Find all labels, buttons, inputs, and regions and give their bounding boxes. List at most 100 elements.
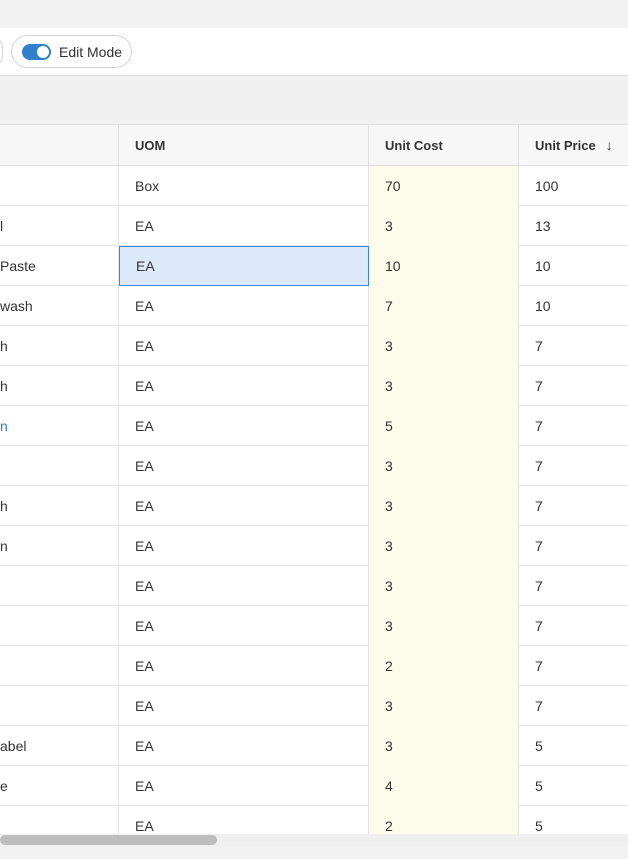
cell-uom[interactable]: EA [119, 246, 369, 286]
cell-price[interactable]: 7 [519, 446, 628, 486]
column-header-unit-cost[interactable]: Unit Cost [369, 125, 519, 165]
cell-cost[interactable]: 3 [369, 526, 519, 566]
toggle-knob [37, 45, 49, 58]
cell-cost[interactable]: 5 [369, 406, 519, 446]
table-row[interactable]: Box 70 100 [0, 166, 628, 206]
column-header-label: UOM [135, 137, 166, 153]
cell-cost[interactable]: 3 [369, 446, 519, 486]
cell-uom[interactable]: EA [119, 686, 369, 726]
cell-price[interactable]: 100 [519, 166, 628, 206]
cell-name[interactable]: h [0, 486, 119, 526]
cell-cost[interactable]: 3 [369, 566, 519, 606]
cell-price[interactable]: 7 [519, 686, 628, 726]
cell-cost[interactable]: 2 [369, 646, 519, 686]
cell-uom[interactable]: EA [119, 646, 369, 686]
cell-cost[interactable]: 3 [369, 686, 519, 726]
cell-price[interactable]: 7 [519, 366, 628, 406]
table-row[interactable]: n EA 3 7 [0, 526, 628, 566]
cell-name[interactable] [0, 806, 119, 834]
cell-price[interactable]: 7 [519, 566, 628, 606]
grid-header: UOM Unit Cost Unit Price ↓ [0, 124, 628, 166]
data-grid: UOM Unit Cost Unit Price ↓ Box 70 100 l EA 3 13… [0, 124, 628, 834]
cell-uom[interactable]: EA [119, 286, 369, 326]
cell-name[interactable]: n [0, 406, 119, 446]
cell-uom[interactable]: EA [119, 806, 369, 834]
cell-price[interactable]: 7 [519, 326, 628, 366]
cell-cost[interactable]: 7 [369, 286, 519, 326]
cell-uom[interactable]: EA [119, 766, 369, 806]
table-row[interactable]: EA 2 5 [0, 806, 628, 834]
table-row[interactable]: abel EA 3 5 [0, 726, 628, 766]
cell-name[interactable]: Paste [0, 246, 119, 286]
table-row[interactable]: h EA 3 7 [0, 486, 628, 526]
cell-price[interactable]: 7 [519, 406, 628, 446]
cell-uom[interactable]: EA [119, 406, 369, 446]
table-row[interactable]: EA 3 7 [0, 686, 628, 726]
edit-mode-toggle[interactable]: Edit Mode [11, 35, 132, 68]
cell-cost[interactable]: 4 [369, 766, 519, 806]
cell-price[interactable]: 7 [519, 646, 628, 686]
cell-name[interactable]: wash [0, 286, 119, 326]
cell-uom[interactable]: EA [119, 526, 369, 566]
cell-uom[interactable]: EA [119, 486, 369, 526]
cell-price[interactable]: 10 [519, 246, 628, 286]
cell-price[interactable]: 10 [519, 286, 628, 326]
cell-cost[interactable]: 10 [369, 246, 519, 286]
cell-uom[interactable]: EA [119, 206, 369, 246]
column-header-unit-price[interactable]: Unit Price ↓ [519, 125, 628, 165]
table-row[interactable]: EA 3 7 [0, 566, 628, 606]
cell-price[interactable]: 5 [519, 726, 628, 766]
cell-uom[interactable]: EA [119, 366, 369, 406]
table-row[interactable]: wash EA 7 10 [0, 286, 628, 326]
table-row[interactable]: e EA 4 5 [0, 766, 628, 806]
cell-name[interactable]: e [0, 766, 119, 806]
cell-price[interactable]: 7 [519, 526, 628, 566]
cell-cost[interactable]: 3 [369, 606, 519, 646]
table-row[interactable]: n EA 5 7 [0, 406, 628, 446]
cell-price[interactable]: 7 [519, 606, 628, 646]
cell-price[interactable]: 13 [519, 206, 628, 246]
cell-name[interactable] [0, 606, 119, 646]
table-row[interactable]: l EA 3 13 [0, 206, 628, 246]
cell-name[interactable] [0, 566, 119, 606]
cell-name[interactable] [0, 166, 119, 206]
table-row[interactable]: Paste EA 10 10 [0, 246, 628, 286]
cell-name[interactable]: n [0, 526, 119, 566]
cell-price[interactable]: 5 [519, 766, 628, 806]
toolbar: Edit Mode [0, 28, 628, 76]
column-header-name[interactable] [0, 125, 119, 165]
table-row[interactable]: h EA 3 7 [0, 366, 628, 406]
cell-uom[interactable]: EA [119, 326, 369, 366]
cell-name[interactable]: l [0, 206, 119, 246]
cell-cost[interactable]: 2 [369, 806, 519, 834]
cell-cost[interactable]: 3 [369, 366, 519, 406]
horizontal-scrollbar[interactable] [0, 834, 628, 846]
cell-name[interactable]: h [0, 326, 119, 366]
cell-name[interactable] [0, 646, 119, 686]
column-header-uom[interactable]: UOM [119, 125, 369, 165]
cell-uom[interactable]: EA [119, 726, 369, 766]
cell-name[interactable]: abel [0, 726, 119, 766]
table-row[interactable]: EA 3 7 [0, 446, 628, 486]
cell-name[interactable] [0, 686, 119, 726]
cell-price[interactable]: 5 [519, 806, 628, 834]
table-row[interactable]: EA 2 7 [0, 646, 628, 686]
arrow-down-icon[interactable]: ↓ [606, 137, 613, 153]
cell-cost[interactable]: 70 [369, 166, 519, 206]
cell-name[interactable]: h [0, 366, 119, 406]
cell-price[interactable]: 7 [519, 486, 628, 526]
cell-cost[interactable]: 3 [369, 486, 519, 526]
toolbar-pill-partial[interactable] [0, 36, 3, 67]
cell-cost[interactable]: 3 [369, 326, 519, 366]
cell-cost[interactable]: 3 [369, 726, 519, 766]
cell-uom[interactable]: EA [119, 606, 369, 646]
table-row[interactable]: h EA 3 7 [0, 326, 628, 366]
scrollbar-thumb[interactable] [0, 835, 217, 845]
cell-uom[interactable]: EA [119, 446, 369, 486]
table-row[interactable]: EA 3 7 [0, 606, 628, 646]
cell-cost[interactable]: 3 [369, 206, 519, 246]
cell-name[interactable] [0, 446, 119, 486]
cell-uom[interactable]: Box [119, 166, 369, 206]
cell-uom[interactable]: EA [119, 566, 369, 606]
toggle-switch-icon[interactable] [22, 43, 51, 60]
